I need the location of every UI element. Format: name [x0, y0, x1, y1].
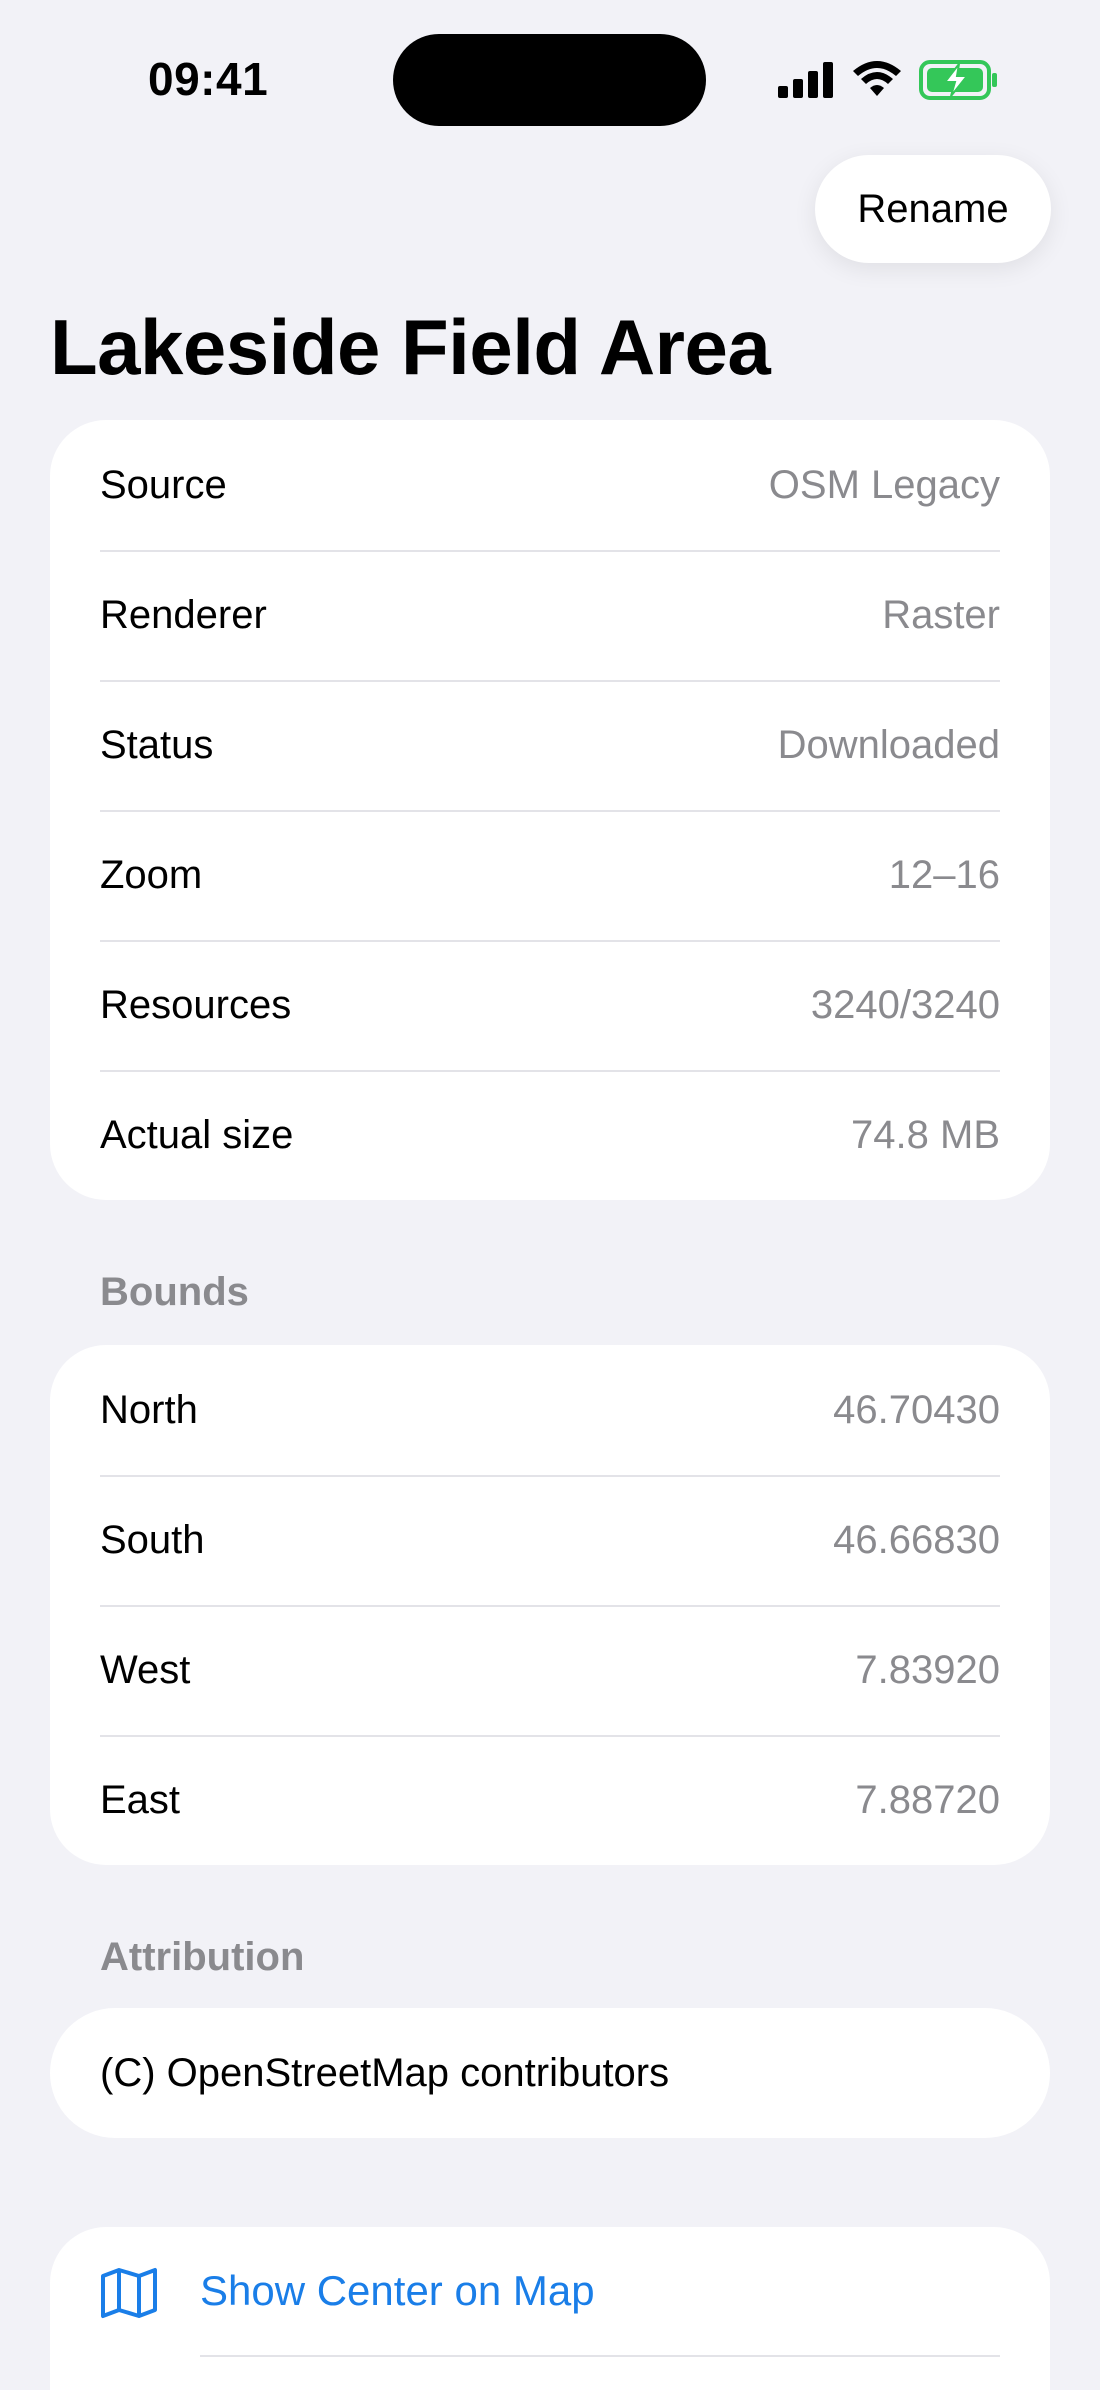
attribution-header: Attribution [100, 1935, 305, 1979]
bounds-row-south: South 46.66830 [100, 1475, 1000, 1605]
bounds-label: West [100, 1647, 191, 1692]
cellular-signal-icon [778, 62, 833, 98]
status-time: 09:41 [148, 53, 269, 105]
dynamic-island [393, 34, 706, 126]
detail-label: Status [100, 722, 214, 767]
detail-value: Raster [882, 592, 1000, 637]
detail-value: Downloaded [777, 722, 1000, 767]
bounds-label: South [100, 1517, 205, 1562]
map-icon [101, 2268, 157, 2318]
detail-value: 3240/3240 [810, 982, 1000, 1027]
bounds-row-east: East 7.88720 [100, 1735, 1000, 1865]
show-center-label: Show Center on Map [200, 2267, 595, 2314]
screen: 09:41 Rename Lakeside Field Area Source … [0, 0, 1100, 2390]
detail-value: 74.8 MB [851, 1112, 1000, 1157]
bounds-label: North [100, 1387, 198, 1432]
detail-row-source: Source OSM Legacy [100, 420, 1000, 550]
rename-button[interactable]: Rename [815, 155, 1051, 263]
bounds-value: 7.88720 [855, 1777, 1000, 1822]
bounds-value: 46.70430 [833, 1387, 1000, 1432]
detail-label: Resources [100, 982, 292, 1027]
bounds-row-west: West 7.83920 [100, 1605, 1000, 1735]
details-card: Source OSM Legacy Renderer Raster Status… [50, 420, 1050, 1200]
bounds-label: East [100, 1777, 181, 1822]
detail-value: OSM Legacy [768, 462, 1000, 507]
detail-row-actual-size: Actual size 74.8 MB [100, 1070, 1000, 1200]
detail-row-zoom: Zoom 12–16 [100, 810, 1000, 940]
bounds-row-north: North 46.70430 [100, 1345, 1000, 1475]
divider [200, 2355, 1000, 2357]
page-title: Lakeside Field Area [50, 303, 771, 391]
bounds-value: 7.83920 [855, 1647, 1000, 1692]
battery-charging-icon [919, 60, 997, 100]
detail-value: 12–16 [888, 852, 1000, 897]
wifi-icon [853, 61, 901, 96]
attribution-card: (C) OpenStreetMap contributors [50, 2008, 1050, 2138]
detail-row-status: Status Downloaded [100, 680, 1000, 810]
attribution-text: (C) OpenStreetMap contributors [100, 2050, 670, 2095]
detail-row-resources: Resources 3240/3240 [100, 940, 1000, 1070]
detail-label: Source [100, 462, 227, 507]
detail-label: Zoom [100, 852, 203, 897]
show-center-on-map-button[interactable]: Show Center on Map [50, 2227, 1050, 2357]
detail-label: Renderer [100, 592, 267, 637]
bounds-card: North 46.70430 South 46.66830 West 7.839… [50, 1345, 1050, 1865]
bounds-header: Bounds [100, 1270, 249, 1314]
detail-label: Actual size [100, 1112, 294, 1157]
bounds-value: 46.66830 [833, 1517, 1000, 1562]
actions-card: Show Center on Map [50, 2227, 1050, 2390]
detail-row-renderer: Renderer Raster [100, 550, 1000, 680]
